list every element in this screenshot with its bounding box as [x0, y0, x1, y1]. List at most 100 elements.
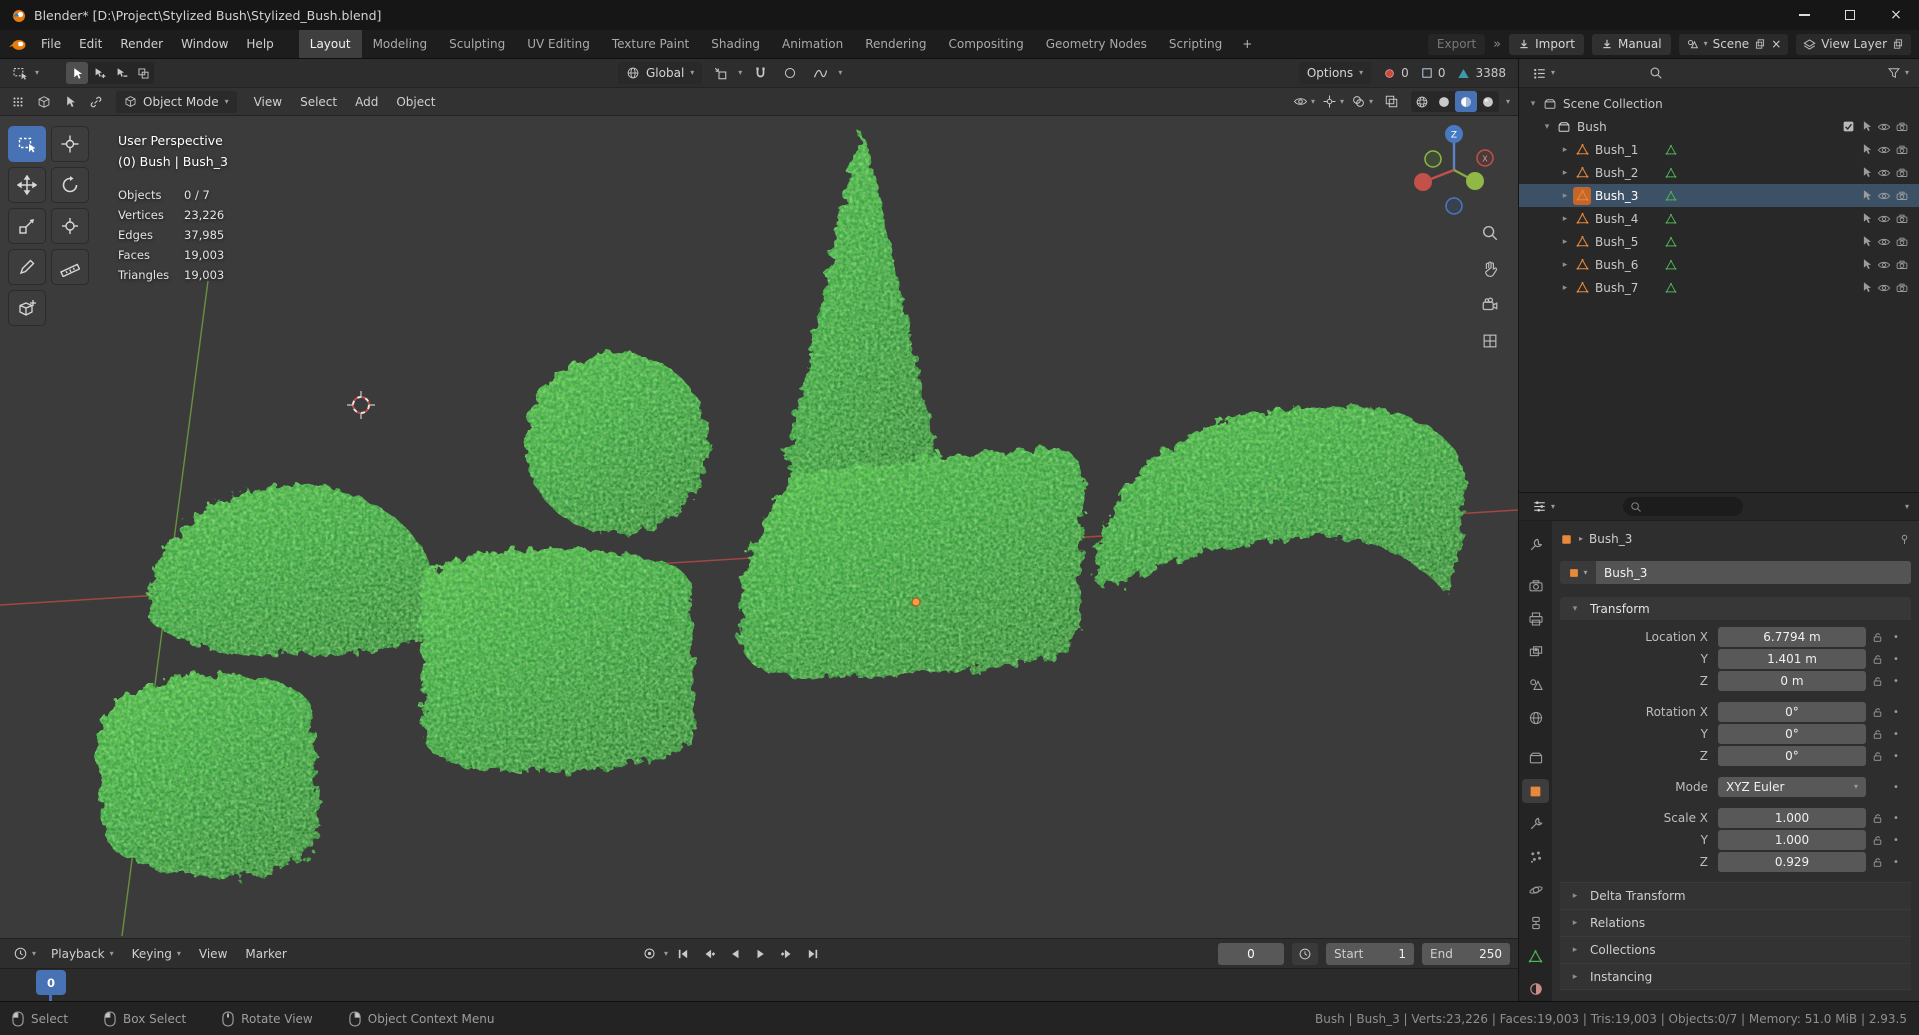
selectable-icon[interactable] — [1857, 233, 1875, 251]
add-workspace-button[interactable]: + — [1233, 37, 1261, 51]
options-dropdown[interactable]: Options ▾ — [1298, 62, 1372, 84]
bush-cube-mid-mesh[interactable] — [420, 548, 696, 773]
chevron-down-icon[interactable]: ▾ — [1905, 502, 1909, 511]
tab-output[interactable] — [1522, 607, 1549, 631]
lock-icon[interactable] — [1866, 835, 1888, 846]
annotation-count[interactable]: 0 — [1383, 66, 1409, 80]
editor-type-icon[interactable] — [6, 91, 30, 113]
use-preview-range-icon[interactable] — [1292, 942, 1318, 965]
chevron-down-icon[interactable]: ▾ — [1905, 69, 1909, 77]
render-visibility-icon[interactable] — [1893, 210, 1911, 228]
outliner-object-row[interactable]: ▸ Bush_3 — [1519, 184, 1919, 207]
selectable-icon[interactable] — [1857, 118, 1875, 136]
chevron-down-icon[interactable]: ▾ — [738, 69, 742, 77]
render-visibility-icon[interactable] — [1893, 141, 1911, 159]
hide-eye-icon[interactable] — [1875, 187, 1893, 205]
snap-magnet-toggle[interactable] — [748, 62, 772, 84]
chevron-down-icon[interactable]: ▾ — [664, 949, 668, 958]
lock-icon[interactable] — [1866, 813, 1888, 824]
3d-viewport[interactable]: User Perspective (0) Bush | Bush_3 Objec… — [0, 116, 1518, 938]
workspace-tab[interactable]: Modeling — [362, 30, 439, 58]
view-layer-selector[interactable]: View Layer — [1796, 33, 1911, 55]
select-mode-new-icon[interactable] — [66, 62, 89, 84]
property-field[interactable]: 0.929 ▾ — [1718, 852, 1866, 872]
gizmo-x-neg-axis[interactable] — [1414, 173, 1432, 191]
add-cube-tool[interactable] — [8, 290, 46, 326]
object-origin-dot[interactable] — [911, 597, 921, 607]
object-name-field[interactable]: Bush_3 — [1596, 561, 1911, 584]
tab-collection[interactable] — [1522, 747, 1549, 771]
collection-checkbox[interactable] — [1839, 118, 1857, 136]
disclosure-icon[interactable]: ▾ — [1539, 122, 1555, 132]
animate-dot-icon[interactable]: • — [1888, 857, 1904, 868]
scene-collection-row[interactable]: ▾ Scene Collection — [1519, 92, 1919, 115]
workspace-tab[interactable]: Compositing — [937, 30, 1034, 58]
outliner-object-row[interactable]: ▸ Bush_7 — [1519, 276, 1919, 299]
tab-material[interactable] — [1522, 977, 1549, 1001]
transform-tool[interactable] — [51, 208, 89, 244]
disclosure-icon[interactable]: ▸ — [1557, 214, 1573, 224]
outliner-object-row[interactable]: ▸ Bush_4 — [1519, 207, 1919, 230]
workspace-tab[interactable]: Animation — [771, 30, 854, 58]
new-view-layer-icon[interactable] — [1892, 38, 1904, 50]
menu-item[interactable]: File — [32, 30, 70, 58]
chevron-down-icon[interactable]: ▾ — [1506, 97, 1510, 106]
property-field[interactable]: 1.000 ▾ — [1718, 830, 1866, 850]
menu-item[interactable]: Marker ▾ — [236, 939, 295, 968]
hide-eye-icon[interactable] — [1875, 118, 1893, 136]
header-cube-icon[interactable] — [32, 91, 56, 113]
shading-wireframe-icon[interactable] — [1411, 91, 1433, 112]
animate-dot-icon[interactable]: • — [1888, 813, 1904, 824]
render-visibility-icon[interactable] — [1893, 118, 1911, 136]
bush-long-hedge-mesh[interactable] — [740, 448, 1084, 679]
new-scene-icon[interactable] — [1754, 38, 1766, 50]
timeline-ruler[interactable]: 0 — [0, 968, 1518, 1002]
scale-tool[interactable] — [8, 208, 46, 244]
bush-cube-left-mesh[interactable] — [98, 674, 320, 879]
header-pointer-icon[interactable] — [58, 91, 82, 113]
tab-tool[interactable] — [1522, 533, 1549, 557]
panel-section-header[interactable]: ▸ Relations — [1560, 909, 1911, 936]
tab-constraints[interactable] — [1522, 911, 1549, 935]
menu-item[interactable]: Select — [291, 88, 346, 115]
selectable-icon[interactable] — [1857, 256, 1875, 274]
lock-icon[interactable] — [1866, 654, 1888, 665]
hide-eye-icon[interactable] — [1875, 164, 1893, 182]
animate-dot-icon[interactable]: • — [1888, 654, 1904, 665]
xray-toggle[interactable] — [1380, 91, 1404, 113]
cursor-tool[interactable] — [51, 126, 89, 162]
outliner-display-mode-icon[interactable] — [1527, 62, 1551, 84]
workspace-tab[interactable]: Texture Paint — [601, 30, 700, 58]
navigation-gizmo[interactable]: Z X — [1404, 120, 1504, 220]
disclosure-icon[interactable]: ▾ — [1525, 99, 1541, 109]
quad-count[interactable]: 0 — [1421, 66, 1445, 80]
outliner-object-row[interactable]: ▸ Bush_2 — [1519, 161, 1919, 184]
panel-section-header[interactable]: ▸ Collections — [1560, 936, 1911, 963]
gizmo-y-axis[interactable] — [1466, 172, 1484, 190]
jump-to-start-button[interactable] — [671, 943, 694, 965]
render-visibility-icon[interactable] — [1893, 187, 1911, 205]
hide-eye-icon[interactable] — [1875, 256, 1893, 274]
tab-physics[interactable] — [1522, 878, 1549, 902]
import-button[interactable]: Import — [1509, 33, 1584, 55]
gizmo-z-neg-axis[interactable] — [1445, 197, 1463, 215]
property-field[interactable]: 0° ▾ — [1718, 746, 1866, 766]
playhead[interactable]: 0 — [36, 970, 66, 1002]
disclosure-icon[interactable]: ▸ — [1557, 191, 1573, 201]
transform-orientation-dropdown[interactable]: Global ▾ — [618, 62, 703, 84]
panel-section-header[interactable]: ▸ Delta Transform — [1560, 882, 1911, 909]
workspace-tab[interactable]: Layout — [298, 30, 362, 58]
selectable-icon[interactable] — [1857, 187, 1875, 205]
select-mode-intersect-icon[interactable] — [132, 62, 154, 84]
move-tool[interactable] — [8, 167, 46, 203]
property-field[interactable]: 1.000 ▾ — [1718, 808, 1866, 828]
tab-render[interactable] — [1522, 574, 1549, 598]
collection-row[interactable]: ▾ Bush — [1519, 115, 1919, 138]
render-visibility-icon[interactable] — [1893, 256, 1911, 274]
link-icon[interactable] — [84, 91, 108, 113]
overlays-dropdown[interactable]: ▾ — [1351, 94, 1373, 109]
snap-target-icon[interactable] — [708, 62, 732, 84]
blender-logo-icon[interactable] — [8, 36, 28, 52]
tab-modifiers[interactable] — [1522, 812, 1549, 836]
animate-dot-icon[interactable]: • — [1888, 632, 1904, 643]
